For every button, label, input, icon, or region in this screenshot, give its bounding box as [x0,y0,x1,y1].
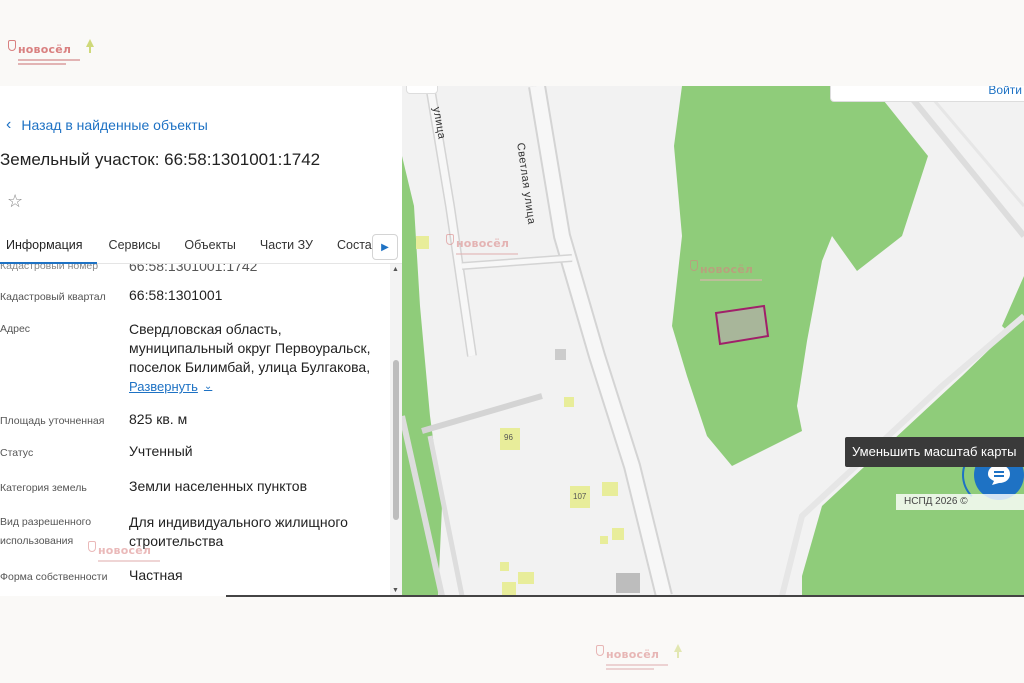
detail-value: Для индивидуального жилищного строительс… [129,514,348,549]
detail-label: Статус [0,447,34,459]
detail-value: 66:58:1301001 [129,287,223,303]
detail-value: Учтенный [129,443,193,459]
favorite-star-icon[interactable]: ☆ [7,192,25,210]
divider [226,595,1024,597]
tabs-scroll-right-button[interactable]: ▶ [372,234,398,260]
detail-label: Категория земель [0,482,87,494]
watermark-logo-panel: новосёл [88,539,160,562]
object-info-panel: ‹ Назад в найденные объекты Земельный уч… [0,86,402,596]
detail-value-address: Свердловская область, муниципальный окру… [129,321,371,396]
watermark-tree-icon [674,644,682,658]
detail-value: Частная [129,567,183,583]
details-list: Кадастровый номер 66:58:1301001:1742 Кад… [0,264,390,594]
map-control-button[interactable] [406,86,438,94]
map-attribution: НСПД 2026 © [896,494,1024,510]
tab-information[interactable]: Информация [0,234,97,264]
tab-services[interactable]: Сервисы [97,234,173,264]
detail-label: Адрес [0,323,31,335]
screenshot-area: Войти Светлая улица улица 96 107 новосёл… [0,86,1024,596]
building-number-96: 96 [504,433,513,442]
watermark-logo-map-2: новосёл [690,258,762,281]
detail-value: Земли населенных пунктов [129,478,308,494]
details-scrollbar[interactable]: ▲ ▼ [390,264,402,596]
detail-label: Площадь уточненная [0,415,105,427]
watermark-logo-top: новосёл [8,38,95,65]
triangle-right-icon: ▶ [381,241,389,253]
watermark-house-icon [596,645,604,656]
chevron-down-icon: ⌄ [203,381,213,392]
detail-label: Форма собственности [0,571,108,583]
page-title: Земельный участок: 66:58:1301001:1742 [0,150,321,169]
detail-label: Кадастровый квартал [0,291,106,303]
scroll-down-arrow-icon[interactable]: ▼ [392,587,399,594]
scroll-up-arrow-icon[interactable]: ▲ [392,266,399,273]
back-to-results-link[interactable]: ‹ Назад в найденные объекты [6,116,208,134]
detail-row-cadastral-number: Кадастровый номер 66:58:1301001:1742 [0,264,258,274]
watermark-logo-bottom: новосёл [596,643,683,670]
map[interactable]: Войти Светлая улица улица 96 107 новосёл… [402,86,1024,596]
chevron-left-icon: ‹ [6,116,12,133]
building-number-107: 107 [573,492,587,501]
tab-parts[interactable]: Части ЗУ [248,234,325,264]
tab-bar: Информация Сервисы Объекты Части ЗУ Сост… [0,234,402,264]
watermark-house-icon [8,40,16,51]
map-canvas[interactable] [402,86,1024,596]
scrollbar-thumb[interactable] [393,360,399,520]
watermark-tree-icon [86,39,94,53]
watermark-logo-map-1: новосёл [446,232,518,255]
login-control[interactable]: Войти [830,86,1024,102]
tab-objects[interactable]: Объекты [172,234,248,264]
zoom-out-tooltip: Уменьшить масштаб карты [845,437,1024,467]
expand-address-link[interactable]: Развернуть ⌄ [129,377,212,396]
detail-value: 825 кв. м [129,411,188,427]
